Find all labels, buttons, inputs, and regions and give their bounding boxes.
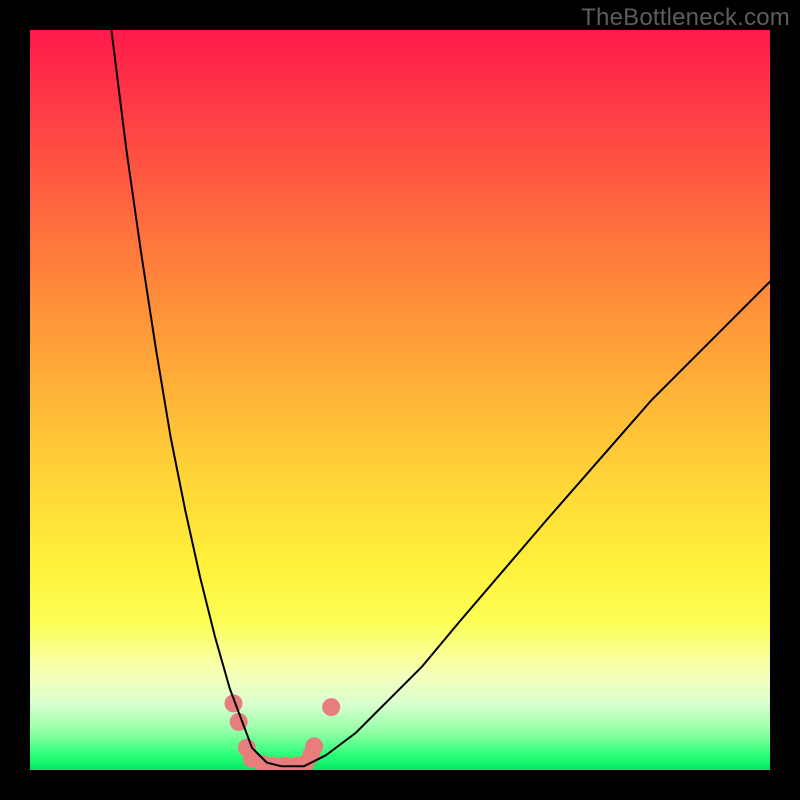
data-point-marker <box>305 737 323 755</box>
chart-frame: TheBottleneck.com <box>0 0 800 800</box>
curve-layer <box>30 30 770 770</box>
plot-area <box>30 30 770 770</box>
data-point-marker <box>322 698 340 716</box>
bottleneck-curve <box>111 30 770 766</box>
watermark-text: TheBottleneck.com <box>581 4 790 32</box>
marker-group <box>225 694 341 770</box>
